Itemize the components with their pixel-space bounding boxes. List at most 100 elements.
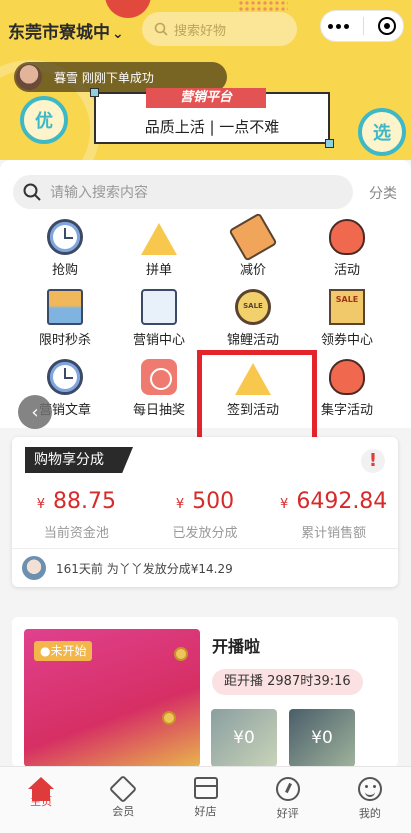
live-title: 开播啦 — [212, 637, 261, 656]
grid-item-label: 减价 — [239, 263, 266, 278]
grid-item-label: 营销中心 — [132, 333, 185, 348]
banner-tag: 营销平台 — [146, 88, 266, 108]
tab-label: 好店 — [194, 805, 217, 818]
home-icon — [28, 777, 55, 801]
stat-label: 已发放分成 — [172, 526, 238, 541]
alert-icon[interactable]: ! — [361, 449, 385, 473]
grid-item-label: 锦鲤活动 — [226, 333, 279, 348]
fire-icon — [329, 219, 365, 255]
stat-label: 累计销售额 — [301, 526, 367, 541]
search-placeholder: 请输入搜索内容 — [50, 185, 148, 201]
price-tag-icon — [228, 212, 278, 262]
live-poster[interactable]: ●未开始 — [24, 629, 200, 767]
review-icon — [275, 777, 300, 801]
header-banner: 东莞市寮城中 ⌄ 搜索好物 暮雪 刚刚下单成功 优 营销平台 品质上活 | 一点不… — [0, 0, 411, 160]
order-notice-text: 暮雪 刚刚下单成功 — [54, 70, 154, 85]
capsule-divider — [363, 17, 364, 35]
currency-symbol: ¥ — [280, 497, 289, 512]
grid-item-lingquanzhongxin[interactable]: 领券中心 — [299, 285, 395, 353]
diamond-icon — [109, 774, 138, 804]
currency-symbol: ¥ — [175, 497, 185, 512]
shopping-share-card: 购物享分成 ! ¥88.75 当前资金池 ¥500 已发放分成 ¥6492.84… — [12, 437, 398, 587]
live-card[interactable]: ●未开始 开播啦 距开播 2987时39:16 ¥0 ¥0 — [12, 617, 398, 767]
smile-icon — [357, 777, 382, 801]
grid-item-label: 领券中心 — [320, 333, 373, 348]
grid-item-label: 拼单 — [145, 263, 172, 278]
grid-item-pindan[interactable]: 拼单 — [111, 215, 207, 283]
clock-icon — [47, 359, 83, 395]
tab-review[interactable]: 好评 — [247, 767, 329, 833]
youxuan-bubble-right: 选 — [358, 108, 406, 156]
distribution-log[interactable]: 161天前 为丫丫发放分成¥14.29 — [12, 548, 398, 587]
grid-item-yingxiaozhongxin[interactable]: 营销中心 — [111, 285, 207, 353]
fire-icon — [329, 359, 365, 395]
header-search-placeholder: 搜索好物 — [174, 23, 227, 39]
grid-item-meirichoujiang[interactable]: 每日抽奖 — [111, 355, 207, 423]
coupon-icon — [329, 289, 365, 325]
avatar — [22, 556, 46, 580]
phone-icon — [141, 289, 177, 325]
stat-total-sales: ¥6492.84 累计销售额 — [269, 489, 398, 541]
prev-page-button[interactable]: ‹ — [18, 395, 52, 429]
stat-value: ¥500 — [141, 489, 270, 514]
more-menu-icon[interactable] — [328, 23, 349, 29]
coin-icon — [174, 647, 188, 661]
tab-shop[interactable]: 好店 — [164, 767, 246, 833]
grid-item-label: 每日抽奖 — [132, 403, 185, 418]
stat-value: ¥88.75 — [12, 489, 141, 514]
distribution-log-text: 161天前 为丫丫发放分成¥14.29 — [56, 561, 233, 576]
category-link[interactable]: 分类 — [369, 183, 397, 203]
grid-item-jinlihuodong[interactable]: 锦鲤活动 — [205, 285, 301, 353]
shop-icon — [193, 777, 218, 799]
tab-member[interactable]: 会员 — [82, 767, 164, 833]
grid-item-label: 抢购 — [51, 263, 78, 278]
tab-label: 会员 — [112, 805, 135, 818]
watermelon-icon — [141, 219, 177, 255]
clock-icon — [47, 219, 83, 255]
city-name: 东莞市寮城中 — [8, 23, 110, 43]
banner-slogan: 品质上活 | 一点不难 — [144, 118, 280, 136]
grid-item-label: 限时秒杀 — [38, 333, 91, 348]
stat-amount: 88.75 — [52, 489, 116, 514]
hourglass-icon — [47, 289, 83, 325]
tab-home[interactable]: 主页 — [0, 767, 82, 833]
live-countdown: 距开播 2987时39:16 — [212, 669, 363, 695]
banner-sign[interactable]: 营销平台 品质上活 | 一点不难 — [90, 88, 334, 148]
grid-item-xianshimiaosha[interactable]: 限时秒杀 — [17, 285, 113, 353]
sign-corner — [90, 88, 99, 97]
stat-fund-pool: ¥88.75 当前资金池 — [12, 489, 141, 541]
tab-label: 好评 — [276, 807, 299, 820]
grid-item-huodong[interactable]: 活动 — [299, 215, 395, 283]
search-icon — [23, 183, 41, 201]
youxuan-bubble-left: 优 — [20, 96, 68, 144]
sign-corner — [325, 139, 334, 148]
header-search-input[interactable]: 搜索好物 — [142, 12, 297, 46]
search-input[interactable]: 请输入搜索内容 — [13, 175, 353, 209]
grid-item-qianggou[interactable]: 抢购 — [17, 215, 113, 283]
grid-item-label: 活动 — [333, 263, 360, 278]
chevron-down-icon: ⌄ — [112, 26, 124, 42]
close-miniprogram-icon[interactable] — [378, 17, 396, 35]
share-card-title: 购物享分成 — [25, 447, 133, 473]
stat-amount: 6492.84 — [296, 489, 388, 514]
sale-medal-icon — [235, 289, 271, 325]
share-stats: ¥88.75 当前资金池 ¥500 已发放分成 ¥6492.84 累计销售额 — [12, 489, 398, 541]
tab-label: 我的 — [358, 807, 381, 820]
product-thumb[interactable]: ¥0 — [289, 709, 355, 767]
miniprogram-capsule — [320, 10, 404, 42]
lottery-icon — [141, 359, 177, 395]
live-status-badge: ●未开始 — [34, 641, 93, 661]
stat-label: 当前资金池 — [43, 526, 109, 541]
grid-item-jianjia[interactable]: 减价 — [205, 212, 301, 283]
city-selector[interactable]: 东莞市寮城中 ⌄ — [8, 18, 124, 43]
stat-value: ¥6492.84 — [269, 489, 398, 514]
bottom-tab-bar: 主页 会员 好店 好评 我的 — [0, 766, 411, 833]
coin-icon — [162, 711, 176, 725]
search-icon — [154, 22, 168, 36]
product-thumb[interactable]: ¥0 — [211, 709, 277, 767]
tab-mine[interactable]: 我的 — [329, 767, 411, 833]
stat-distributed: ¥500 已发放分成 — [141, 489, 270, 541]
decorative-circle — [105, 0, 151, 18]
currency-symbol: ¥ — [36, 497, 45, 512]
avatar — [16, 64, 42, 90]
